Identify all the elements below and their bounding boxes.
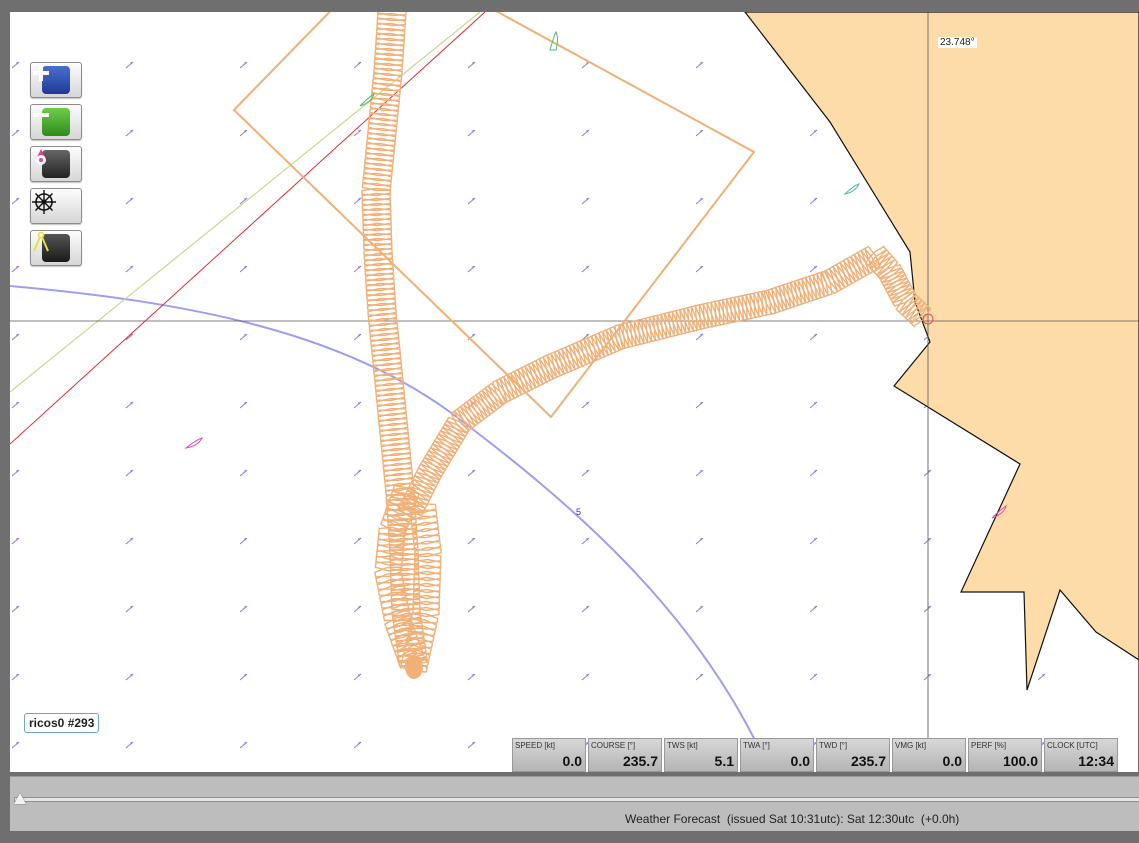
boat-label[interactable]: ricos0 #293: [24, 713, 100, 733]
instrument-speed: SPEED [kt] 0.0: [512, 738, 586, 772]
course-value: 235.7: [622, 753, 658, 769]
time-slider-thumb[interactable]: [14, 793, 26, 804]
instrument-twa: TWA [°] 0.0: [740, 738, 814, 772]
map-canvas[interactable]: 5: [10, 12, 1139, 772]
land-mass: [744, 12, 1139, 772]
instrument-perf: PERF [%] 100.0: [968, 738, 1042, 772]
plus-icon: [33, 65, 70, 94]
app-window: 5 23.748° ricos0 #293 SPEED [kt] 0.0 COU…: [0, 0, 1139, 843]
helm-button[interactable]: [30, 188, 82, 224]
longitude-readout: 23.748°: [938, 37, 977, 48]
speed-value: 0.0: [562, 753, 582, 769]
boat-position-marker: [405, 655, 423, 679]
time-slider-track[interactable]: [14, 797, 1139, 802]
measure-button[interactable]: [30, 230, 82, 266]
vmg-value: 0.0: [942, 753, 962, 769]
minus-icon: [33, 108, 70, 136]
zoom-out-button[interactable]: [30, 104, 82, 140]
track-segment: [374, 566, 402, 578]
center-boat-button[interactable]: [30, 146, 82, 182]
ship-wheel-icon: [32, 190, 70, 220]
instrument-tws: TWS [kt] 5.1: [664, 738, 738, 772]
dividers-icon: [33, 231, 70, 262]
instrument-vmg: VMG [kt] 0.0: [892, 738, 966, 772]
boat-marker-pink: [184, 437, 203, 449]
instrument-panel: SPEED [kt] 0.0 COURSE [°] 235.7 TWS [kt] 5.…: [512, 738, 1120, 772]
track-segment: [375, 572, 404, 584]
tws-value: 5.1: [714, 753, 734, 769]
instrument-course: COURSE [°] 235.7: [588, 738, 662, 772]
compass-pin-icon: [36, 149, 70, 178]
isoline-label: 5: [576, 507, 581, 517]
zoom-in-button[interactable]: [30, 62, 82, 98]
instrument-twd: TWD [°] 235.7: [816, 738, 890, 772]
zone-diamond: [232, 12, 756, 419]
track-segment: [379, 591, 407, 603]
forecast-timebar: Weather Forecast (issued Sat 10:31utc): …: [10, 776, 1139, 831]
forecast-status: Weather Forecast (issued Sat 10:31utc): …: [625, 812, 960, 826]
chart-map[interactable]: 5 23.748° ricos0 #293: [10, 12, 1139, 772]
perf-value: 100.0: [1002, 753, 1038, 769]
twa-value: 0.0: [790, 753, 810, 769]
instrument-clock: CLOCK [UTC] 12:34: [1044, 738, 1118, 772]
boat-marker-teal: [843, 183, 860, 195]
clock-value: 12:34: [1078, 753, 1114, 769]
twd-value: 235.7: [850, 753, 886, 769]
